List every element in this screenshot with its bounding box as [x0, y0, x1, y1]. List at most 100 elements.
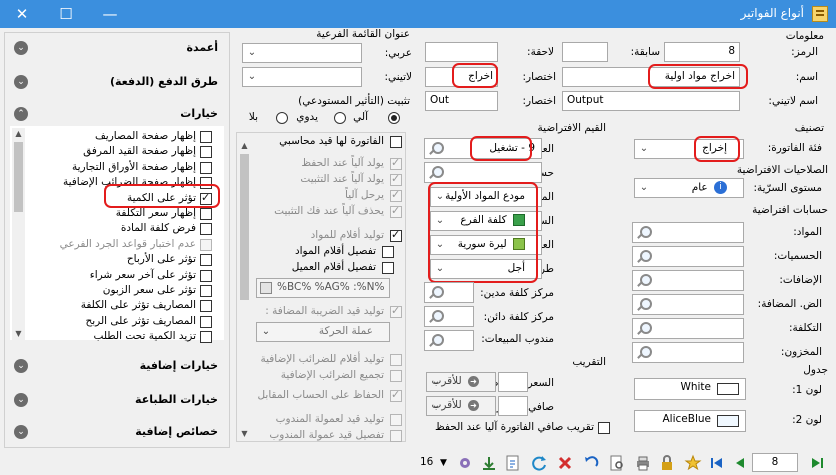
default-account-lookup[interactable] [632, 294, 744, 315]
option-checkbox[interactable] [200, 315, 212, 328]
record-number-field[interactable]: 8 [752, 453, 798, 472]
expand-icon[interactable]: ⌄ [14, 425, 28, 439]
price-combo[interactable]: كلفة الفرع ⌄ [430, 211, 542, 231]
scroll-down-icon[interactable]: ▼ [12, 328, 25, 340]
new-record-icon[interactable] [504, 454, 522, 472]
accounting-option-checkbox[interactable] [382, 262, 394, 274]
default-account-lookup[interactable] [632, 222, 744, 243]
collapse-icon[interactable]: ⌃ [14, 107, 28, 121]
scroll-down-icon[interactable]: ▼ [238, 428, 251, 440]
accounting-option-checkbox[interactable] [390, 414, 402, 426]
option-checkbox[interactable] [200, 161, 212, 174]
option-row[interactable]: تؤثر على آخر سعر شراء [24, 269, 214, 283]
default-account-lookup[interactable] [632, 318, 744, 339]
option-checkbox[interactable] [200, 238, 212, 251]
option-row[interactable]: تؤثر على الأرباح [24, 253, 214, 267]
accounting-option-checkbox[interactable] [390, 430, 402, 442]
default-account-lookup[interactable] [632, 246, 744, 267]
option-row[interactable]: إظهار صفحة المصاريف [24, 130, 214, 144]
net-rounding-combo[interactable]: ➜ للأقرب ⌄ [426, 396, 496, 416]
category-combo[interactable]: إخراج ⌄ [634, 139, 744, 159]
latin-abbr-field[interactable]: Out [425, 91, 498, 111]
accounting-option-checkbox[interactable] [390, 172, 402, 186]
option-checkbox[interactable] [200, 208, 212, 220]
options-scrollbar[interactable]: ▲ ▼ [12, 128, 25, 340]
extra-options-header[interactable]: خيارات إضافية ⌄ [8, 354, 226, 378]
option-row[interactable]: فرض كلفة المادة [24, 222, 214, 236]
option-row[interactable]: إظهار صفحة الأوراق التجارية [24, 161, 214, 175]
accounting-option-checkbox[interactable] [382, 246, 394, 258]
cost-center-debit-lookup[interactable] [424, 282, 474, 303]
option-checkbox[interactable] [200, 285, 212, 297]
expand-icon[interactable]: ⌄ [14, 393, 28, 407]
accounting-option-checkbox[interactable] [390, 204, 402, 218]
currency-combo[interactable]: ليرة سورية ⌄ [430, 235, 542, 255]
accounting-scrollbar[interactable]: ▲ ▼ [238, 140, 251, 440]
accounting-option-checkbox[interactable] [390, 388, 402, 402]
color2-field[interactable]: AliceBlue [634, 410, 746, 432]
scroll-thumb[interactable] [14, 142, 23, 212]
accounting-option-checkbox[interactable] [390, 354, 402, 366]
preview-icon[interactable] [608, 454, 626, 472]
default-account-lookup[interactable] [632, 270, 744, 291]
default-price-rounding-combo[interactable]: ➜ للأقرب ⌄ [426, 372, 496, 392]
vat-entry-checkbox[interactable] [390, 304, 402, 318]
stock-effect-none-radio[interactable] [276, 112, 288, 124]
option-checkbox[interactable] [200, 177, 212, 190]
code-field[interactable]: 8 [664, 42, 740, 62]
delete-icon[interactable] [556, 454, 574, 472]
option-checkbox[interactable] [200, 146, 212, 159]
option-checkbox[interactable] [200, 269, 212, 282]
favorite-icon[interactable] [684, 454, 702, 472]
next-record-icon[interactable] [732, 454, 750, 472]
option-checkbox[interactable] [200, 131, 212, 143]
accounting-option-checkbox[interactable] [390, 156, 402, 170]
payment-methods-header[interactable]: طرق الدفع (الدفعة) ⌄ [8, 70, 226, 94]
option-checkbox[interactable] [200, 331, 212, 344]
dropdown-icon[interactable]: ▼ [440, 454, 450, 472]
default-account-lookup[interactable] [632, 342, 744, 363]
minimize-button[interactable]: — [88, 0, 132, 28]
payment-method-combo[interactable]: أجل ⌄ [430, 259, 542, 279]
lock-icon[interactable] [658, 454, 676, 472]
refresh-icon[interactable] [530, 454, 548, 472]
option-row[interactable]: المصاريف تؤثر على الربح [24, 315, 214, 329]
accounting-option-checkbox[interactable] [390, 228, 402, 242]
submenu-arabic-combo[interactable]: ⌄ [242, 43, 362, 63]
option-row[interactable]: إظهار سعر التكلفة [24, 207, 214, 221]
expand-icon[interactable]: ⌄ [14, 359, 28, 373]
option-row[interactable]: تؤثر على الكمية [24, 191, 214, 206]
cash-account-lookup[interactable] [424, 162, 542, 183]
latin-name-field[interactable]: Output [562, 91, 740, 111]
maximize-button[interactable]: ☐ [44, 0, 88, 28]
default-price-rounding-field[interactable] [498, 372, 528, 392]
close-button[interactable]: ✕ [0, 0, 44, 28]
net-rounding-field[interactable] [498, 396, 528, 416]
sales-rep-lookup[interactable] [424, 330, 474, 351]
expand-icon[interactable]: ⌄ [14, 75, 28, 89]
option-checkbox[interactable] [200, 223, 212, 236]
abbr-field[interactable]: اخراج [425, 67, 498, 87]
print-icon[interactable] [634, 454, 652, 472]
option-row[interactable]: تزيد الكمية تحت الطلب [24, 330, 214, 344]
scroll-up-icon[interactable]: ▲ [238, 140, 251, 152]
scroll-up-icon[interactable]: ▲ [12, 128, 25, 140]
print-options-header[interactable]: خيارات الطباعة ⌄ [8, 388, 226, 412]
warehouse-combo[interactable]: مودع المواد الأولية ⌄ [430, 187, 542, 207]
option-row[interactable]: إظهار صفحة القيد المرفق [24, 145, 214, 159]
extra-props-header[interactable]: خصائص إضافية ⌄ [8, 420, 226, 444]
security-level-combo[interactable]: i عام ⌄ [634, 178, 744, 198]
option-row[interactable]: عدم اختبار قواعد الجرد الفرعي [24, 238, 214, 252]
submenu-latin-combo[interactable]: ⌄ [242, 67, 362, 87]
options-header[interactable]: خيارات ⌃ [8, 102, 226, 126]
accounting-entry-checkbox[interactable] [390, 136, 402, 148]
first-record-icon[interactable] [708, 454, 726, 472]
name-field[interactable]: اخراج مواد اولية [562, 67, 740, 87]
save-icon[interactable] [480, 454, 498, 472]
accounting-option-checkbox[interactable] [390, 370, 402, 382]
auto-round-checkbox[interactable] [598, 422, 610, 434]
option-row[interactable]: إظهار صفحة الضرائب الإضافية [24, 176, 214, 190]
expand-icon[interactable]: ⌄ [14, 41, 28, 55]
scroll-thumb[interactable] [240, 154, 249, 300]
customer-lookup[interactable]: 9 - تشغيل [424, 138, 542, 159]
